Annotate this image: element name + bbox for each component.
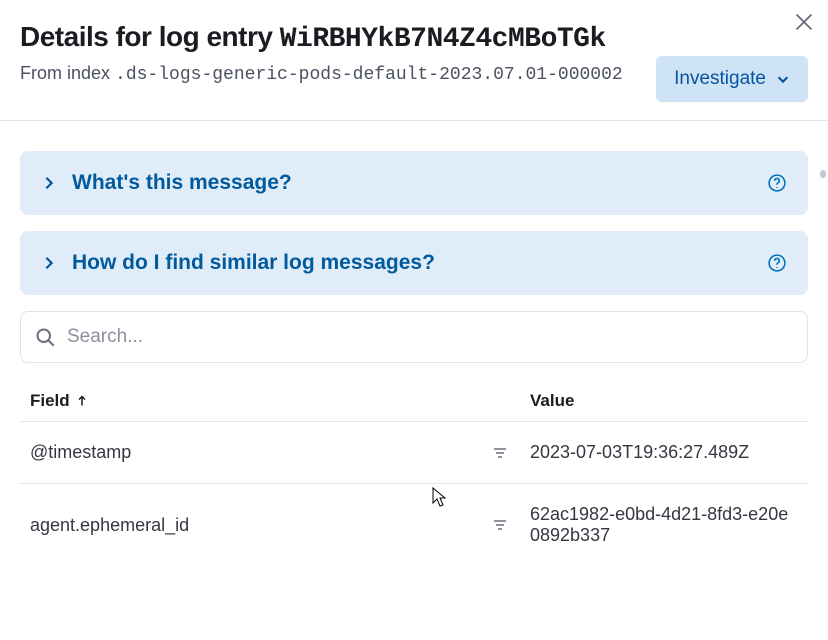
close-icon <box>794 12 814 32</box>
fields-table: Field Value @timestamp 2023-07-03T19:36:… <box>20 391 808 566</box>
cell-field: @timestamp <box>20 442 470 463</box>
help-icon[interactable] <box>768 254 786 272</box>
row-filter-button[interactable] <box>470 517 530 533</box>
chevron-right-icon <box>42 256 56 270</box>
page-title: Details for log entry WiRBHYkB7N4Z4cMBoT… <box>20 20 640 57</box>
cell-value: 62ac1982-e0bd-4d21-8fd3-e20e0892b337 <box>530 504 808 546</box>
callout-similar-logs[interactable]: How do I find similar log messages? <box>20 231 808 295</box>
col-header-field[interactable]: Field <box>20 391 530 411</box>
investigate-label: Investigate <box>674 68 766 90</box>
search-input[interactable] <box>67 326 793 348</box>
title-block: Details for log entry WiRBHYkB7N4Z4cMBoT… <box>20 20 640 85</box>
callout-whats-this[interactable]: What's this message? <box>20 151 808 215</box>
row-filter-button[interactable] <box>470 445 530 461</box>
search-icon <box>35 327 55 347</box>
callout-title: How do I find similar log messages? <box>72 251 435 275</box>
scrollbar-thumb[interactable] <box>820 170 826 178</box>
search-container[interactable] <box>20 311 808 363</box>
callout-title: What's this message? <box>72 171 292 195</box>
col-header-value[interactable]: Value <box>530 391 808 411</box>
cell-field: agent.ephemeral_id <box>20 515 470 536</box>
investigate-button[interactable]: Investigate <box>656 56 808 102</box>
page-subtitle: From index .ds-logs-generic-pods-default… <box>20 63 640 85</box>
filter-icon <box>492 517 508 533</box>
close-button[interactable] <box>794 12 814 32</box>
filter-icon <box>492 445 508 461</box>
table-row: agent.ephemeral_id 62ac1982-e0bd-4d21-8f… <box>20 484 808 566</box>
flyout-content: What's this message? How do I find simil… <box>0 121 828 566</box>
sort-asc-icon <box>76 395 88 407</box>
table-row: @timestamp 2023-07-03T19:36:27.489Z <box>20 422 808 484</box>
cell-value: 2023-07-03T19:36:27.489Z <box>530 442 808 463</box>
chevron-right-icon <box>42 176 56 190</box>
flyout-header: Details for log entry WiRBHYkB7N4Z4cMBoT… <box>0 0 828 121</box>
chevron-down-icon <box>776 72 790 86</box>
help-icon[interactable] <box>768 174 786 192</box>
table-header-row: Field Value <box>20 391 808 422</box>
